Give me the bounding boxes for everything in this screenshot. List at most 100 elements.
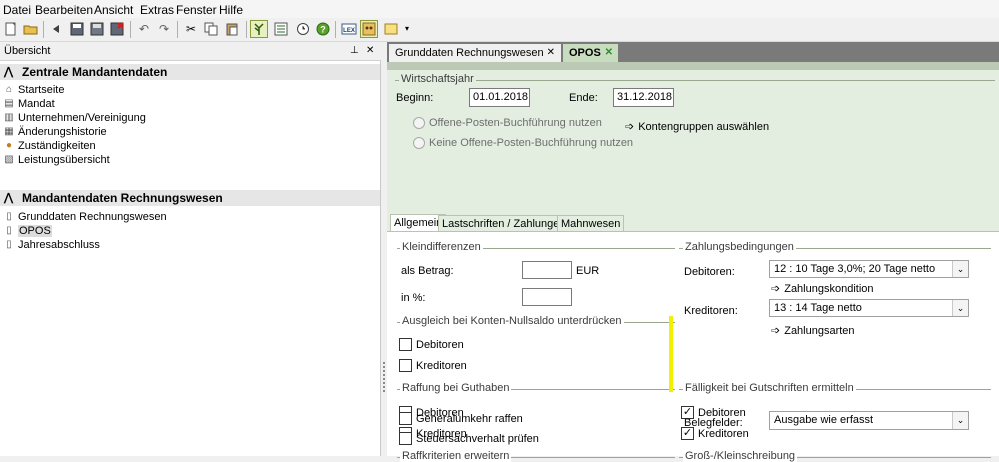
undo-icon[interactable]: ↶: [135, 20, 153, 38]
nav-zustaendigkeiten[interactable]: ● Zuständigkeiten: [3, 139, 96, 153]
pin-icon[interactable]: ⊥: [350, 45, 359, 56]
ausgleich-kreditoren-checkbox[interactable]: [399, 359, 412, 372]
note-icon[interactable]: [382, 20, 400, 38]
back-icon[interactable]: [47, 20, 65, 38]
nav-opos[interactable]: ▯ OPOS: [3, 224, 52, 238]
arrow-right-icon: ➩: [771, 325, 781, 337]
zahlungskondition-link[interactable]: ➩ Zahlungskondition: [771, 282, 874, 295]
list-icon[interactable]: [272, 20, 290, 38]
radio-keine-op-label: Keine Offene-Posten-Buchführung nutzen: [429, 137, 634, 149]
arrow-right-icon: ➩: [625, 121, 635, 133]
report-icon: ▧: [4, 154, 14, 165]
chevron-down-icon: ⌄: [952, 300, 968, 316]
close-doc-icon[interactable]: [108, 20, 126, 38]
steuersachverhalt-label: Steuersachverhalt prüfen: [416, 433, 539, 445]
close-panel-icon[interactable]: ✕: [366, 45, 374, 56]
nav-label: Grunddaten Rechnungswesen: [18, 211, 167, 223]
collapse-icon: ⋀: [4, 66, 14, 78]
subtab-lastschriften[interactable]: Lastschriften / Zahlungen: [438, 215, 570, 232]
new-icon[interactable]: [2, 20, 20, 38]
belegfelder-label: Belegfelder:: [684, 417, 743, 429]
generalumkehr-label: Generalumkehr raffen: [416, 413, 523, 425]
tab-close-icon[interactable]: ✕: [547, 47, 555, 58]
section-title: Mandantendaten Rechnungswesen: [22, 191, 223, 205]
help-icon[interactable]: ?: [314, 20, 332, 38]
paste-icon[interactable]: [223, 20, 241, 38]
ausgleich-debitoren-checkbox[interactable]: [399, 338, 412, 351]
overview-panel: Übersicht ⊥ ✕ ⋀ Zentrale Mandantendaten …: [0, 42, 381, 456]
nav-aenderungshistorie[interactable]: ▦ Änderungshistorie: [3, 125, 106, 139]
group-title-ausgleich: Ausgleich bei Konten-Nullsaldo unterdrüc…: [400, 315, 624, 327]
prozent-input[interactable]: [522, 288, 572, 306]
group-title-raffung: Raffung bei Guthaben: [400, 382, 512, 394]
nav-unternehmen[interactable]: ▥ Unternehmen/Vereinigung: [3, 111, 146, 125]
menu-datei[interactable]: Datei: [3, 3, 31, 17]
debitoren-zahlung-select[interactable]: 12 : 10 Tage 3,0%; 20 Tage netto ⌄: [769, 260, 969, 278]
overflow-icon[interactable]: ▾: [403, 20, 411, 38]
redo-icon[interactable]: ↷: [155, 20, 173, 38]
tree-icon[interactable]: [250, 20, 268, 38]
overview-title: Übersicht: [4, 45, 51, 57]
nav-startseite[interactable]: ⌂ Startseite: [3, 83, 65, 97]
section-title: Zentrale Mandantendaten: [22, 65, 168, 79]
nav-label: Unternehmen/Vereinigung: [18, 112, 146, 124]
toolbar: ↶ ↷ ✂ ? LEX ▾: [0, 18, 999, 42]
kreditoren-label: Kreditoren:: [684, 305, 738, 317]
betrag-input[interactable]: [522, 261, 572, 279]
nav-leistungsuebersicht[interactable]: ▧ Leistungsübersicht: [3, 153, 110, 167]
highlight-mark: [669, 316, 673, 392]
nav-label: Mandat: [18, 98, 55, 110]
faelligkeit-kreditoren-label: Kreditoren: [698, 428, 749, 440]
group-title-gross-klein: Groß-/Kleinschreibung: [683, 450, 798, 462]
beginn-field[interactable]: 01.01.2018: [469, 88, 530, 107]
people-icon: ●: [5, 140, 13, 151]
overview-header: Übersicht ⊥ ✕: [0, 42, 381, 61]
section-mandantendaten-rechnungswesen[interactable]: ⋀ Mandantendaten Rechnungswesen: [0, 190, 380, 206]
section-zentrale-mandantendaten[interactable]: ⋀ Zentrale Mandantendaten: [0, 64, 380, 80]
generalumkehr-checkbox[interactable]: [399, 412, 412, 425]
tab-opos[interactable]: OPOS ✕: [563, 44, 618, 62]
history-icon: ▦: [4, 126, 14, 137]
radio-op-nutzen[interactable]: [413, 117, 425, 129]
debitoren-label: Debitoren:: [684, 266, 735, 278]
steuersachverhalt-checkbox[interactable]: [399, 432, 412, 445]
open-icon[interactable]: [22, 20, 40, 38]
chevron-down-icon: ⌄: [952, 261, 968, 277]
copy-icon[interactable]: [202, 20, 220, 38]
save-icon[interactable]: [68, 20, 86, 38]
nav-jahresabschluss[interactable]: ▯ Jahresabschluss: [3, 238, 100, 252]
kreditoren-zahlung-select[interactable]: 13 : 14 Tage netto ⌄: [769, 299, 969, 317]
belegfelder-select[interactable]: Ausgabe wie erfasst ⌄: [769, 411, 969, 430]
zahlungsarten-link[interactable]: ➩ Zahlungsarten: [771, 324, 855, 337]
menu-ansicht[interactable]: Ansicht: [94, 3, 133, 17]
nav-label: OPOS: [18, 225, 52, 237]
save-all-icon[interactable]: [88, 20, 106, 38]
prozent-label: in %:: [401, 292, 426, 304]
radio-keine-op[interactable]: [413, 137, 425, 149]
tab-grunddaten-rechnungswesen[interactable]: Grunddaten Rechnungswesen ✕: [389, 44, 561, 62]
menu-fenster[interactable]: Fenster: [176, 3, 217, 17]
client-icon: ▤: [4, 98, 14, 109]
svg-text:LEX: LEX: [343, 28, 355, 34]
document-tabstrip: Grunddaten Rechnungswesen ✕ OPOS ✕: [387, 42, 999, 62]
subtab-mahnwesen[interactable]: Mahnwesen: [557, 215, 625, 232]
tab-label: Grunddaten Rechnungswesen: [395, 47, 544, 59]
lex-icon[interactable]: LEX: [340, 20, 358, 38]
ende-field[interactable]: 31.12.2018: [613, 88, 674, 107]
tab-close-icon[interactable]: ✕: [605, 47, 613, 58]
document-icon: ▯: [6, 239, 12, 250]
mask-icon[interactable]: [360, 20, 378, 38]
menu-extras[interactable]: Extras: [140, 3, 174, 17]
betrag-label: als Betrag:: [401, 265, 454, 277]
menu-bearbeiten[interactable]: Bearbeiten: [35, 3, 93, 17]
tab-label: OPOS: [569, 47, 601, 59]
cut-icon[interactable]: ✂: [182, 20, 200, 38]
beginn-label: Beginn:: [396, 92, 434, 104]
kontengruppen-link[interactable]: ➩ Kontengruppen auswählen: [625, 120, 769, 133]
nav-mandat[interactable]: ▤ Mandat: [3, 97, 55, 111]
clock-icon[interactable]: [294, 20, 312, 38]
nav-grunddaten-rechnungswesen[interactable]: ▯ Grunddaten Rechnungswesen: [3, 210, 167, 224]
menu-hilfe[interactable]: Hilfe: [219, 3, 243, 17]
nav-label: Leistungsübersicht: [18, 154, 110, 166]
document-icon: ▯: [6, 211, 12, 222]
